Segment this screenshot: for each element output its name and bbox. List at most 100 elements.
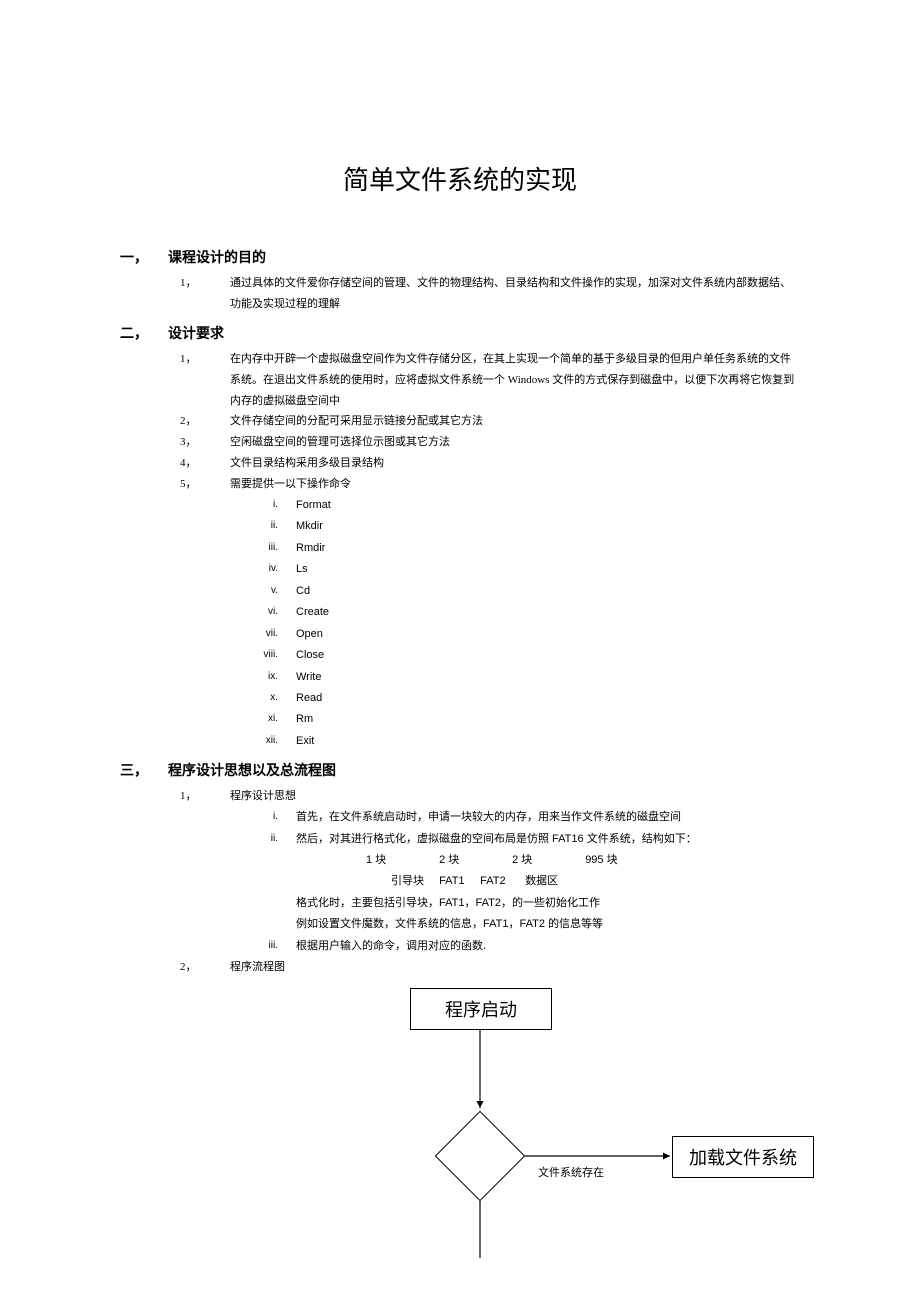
- list-item: i.Format: [230, 495, 800, 516]
- cell: FAT2: [480, 871, 522, 892]
- sub-num: xii.: [230, 731, 296, 752]
- list-item: ii.然后，对其进行格式化，虚拟磁盘的空间布局是仿照 FAT16 文件系统，结构…: [230, 829, 800, 850]
- item-num: 1，: [180, 273, 230, 315]
- sub-num: ii.: [230, 829, 296, 850]
- sub-num: vii.: [230, 624, 296, 645]
- sub-text: Ls: [296, 559, 800, 580]
- sub-text: Exit: [296, 731, 800, 752]
- section-heading-2: 二，设计要求: [120, 323, 800, 343]
- document-page: 简单文件系统的实现 一，课程设计的目的 1， 通过具体的文件爱你存储空间的管理、…: [0, 0, 920, 1298]
- list-item: 例如设置文件魔数，文件系统的信息，FAT1，FAT2 的信息等等: [230, 914, 800, 935]
- list-item: 5， 需要提供一以下操作命令: [180, 474, 800, 495]
- sub-num: iii.: [230, 538, 296, 559]
- item-text: 文件目录结构采用多级目录结构: [230, 453, 800, 474]
- section-2-commands: i.Format ii.Mkdir iii.Rmdir iv.Ls v.Cd v…: [230, 495, 800, 752]
- layout-row-1: 1 块 2 块 2 块 995 块: [366, 850, 800, 871]
- list-item: 1， 在内存中开辟一个虚拟磁盘空间作为文件存储分区，在其上实现一个简单的基于多级…: [180, 349, 800, 412]
- section-2-items: 1， 在内存中开辟一个虚拟磁盘空间作为文件存储分区，在其上实现一个简单的基于多级…: [180, 349, 800, 495]
- item-text: 程序流程图: [230, 957, 800, 978]
- list-item: ii.Mkdir: [230, 516, 800, 537]
- sub-num: iv.: [230, 559, 296, 580]
- sub-text: 首先，在文件系统启动时，申请一块较大的内存，用来当作文件系统的磁盘空间: [296, 807, 800, 828]
- list-item: xi.Rm: [230, 709, 800, 730]
- list-item: v.Cd: [230, 581, 800, 602]
- extra-line: 例如设置文件魔数，文件系统的信息，FAT1，FAT2 的信息等等: [296, 914, 800, 935]
- list-item: viii.Close: [230, 645, 800, 666]
- list-item: i.首先，在文件系统启动时，申请一块较大的内存，用来当作文件系统的磁盘空间: [230, 807, 800, 828]
- sub-text: 根据用户输入的命令，调用对应的函数.: [296, 936, 800, 957]
- sub-num: iii.: [230, 936, 296, 957]
- sub-text: Read: [296, 688, 800, 709]
- sub-text: Cd: [296, 581, 800, 602]
- list-item: ix.Write: [230, 667, 800, 688]
- item-num: 2，: [180, 411, 230, 432]
- list-item: x.Read: [230, 688, 800, 709]
- sub-text: Mkdir: [296, 516, 800, 537]
- sub-text: Create: [296, 602, 800, 623]
- sub-text: Write: [296, 667, 800, 688]
- sub-text: Format: [296, 495, 800, 516]
- item-num: 1，: [180, 349, 230, 412]
- cell: FAT1: [439, 871, 477, 892]
- item-text: 空闲磁盘空间的管理可选择位示图或其它方法: [230, 432, 800, 453]
- extra-line: 格式化时，主要包括引导块，FAT1，FAT2，的一些初始化工作: [296, 893, 800, 914]
- cell: 数据区: [525, 871, 575, 892]
- layout-row-2: 引导块 FAT1 FAT2 数据区: [391, 871, 800, 892]
- list-item: iii.根据用户输入的命令，调用对应的函数.: [230, 936, 800, 957]
- section-1-items: 1， 通过具体的文件爱你存储空间的管理、文件的物理结构、目录结构和文件操作的实现…: [180, 273, 800, 315]
- list-item: 1， 通过具体的文件爱你存储空间的管理、文件的物理结构、目录结构和文件操作的实现…: [180, 273, 800, 315]
- sub-num: viii.: [230, 645, 296, 666]
- list-item: 2， 程序流程图: [180, 957, 800, 978]
- item-text: 文件存储空间的分配可采用显示链接分配或其它方法: [230, 411, 800, 432]
- sub-num: i.: [230, 495, 296, 516]
- sub-text: Rmdir: [296, 538, 800, 559]
- sub-text: Close: [296, 645, 800, 666]
- sub-num: v.: [230, 581, 296, 602]
- list-item: 3， 空闲磁盘空间的管理可选择位示图或其它方法: [180, 432, 800, 453]
- item-text: 在内存中开辟一个虚拟磁盘空间作为文件存储分区，在其上实现一个简单的基于多级目录的…: [230, 349, 800, 412]
- sub-num: ii.: [230, 516, 296, 537]
- list-item: iii.Rmdir: [230, 538, 800, 559]
- cell: 2 块: [439, 850, 509, 871]
- cell: 2 块: [512, 850, 582, 871]
- list-item: 4， 文件目录结构采用多级目录结构: [180, 453, 800, 474]
- page-title: 简单文件系统的实现: [120, 160, 800, 197]
- item-num: 2，: [180, 957, 230, 978]
- list-item: xii.Exit: [230, 731, 800, 752]
- flow-start-box: 程序启动: [410, 988, 552, 1030]
- sub-text: Open: [296, 624, 800, 645]
- item-num: 3，: [180, 432, 230, 453]
- sub-num: ix.: [230, 667, 296, 688]
- cell: 1 块: [366, 850, 436, 871]
- section-num: 一，: [120, 247, 168, 267]
- list-item: 格式化时，主要包括引导块，FAT1，FAT2，的一些初始化工作: [230, 893, 800, 914]
- cell: 995 块: [585, 850, 655, 871]
- section-title: 设计要求: [168, 325, 224, 341]
- block-row-2: 引导块 FAT1 FAT2 数据区: [230, 871, 800, 892]
- section-3-item-2: 2， 程序流程图: [180, 957, 800, 978]
- item-text: 通过具体的文件爱你存储空间的管理、文件的物理结构、目录结构和文件操作的实现，加深…: [230, 273, 800, 315]
- cell: 引导块: [391, 871, 436, 892]
- flowchart: 程序启动 文件系统存在 加载文件系统: [180, 978, 860, 1258]
- sub-num: x.: [230, 688, 296, 709]
- list-item: 2， 文件存储空间的分配可采用显示链接分配或其它方法: [180, 411, 800, 432]
- section-heading-3: 三，程序设计思想以及总流程图: [120, 760, 800, 780]
- section-3-sub: i.首先，在文件系统启动时，申请一块较大的内存，用来当作文件系统的磁盘空间 ii…: [230, 807, 800, 957]
- flow-decision-label: 文件系统存在: [538, 1164, 604, 1180]
- section-title: 程序设计思想以及总流程图: [168, 762, 336, 778]
- flow-start-label: 程序启动: [445, 996, 517, 1022]
- item-num: 4，: [180, 453, 230, 474]
- sub-text: Rm: [296, 709, 800, 730]
- flow-load-box: 加载文件系统: [672, 1136, 814, 1178]
- section-num: 三，: [120, 760, 168, 780]
- sub-num: i.: [230, 807, 296, 828]
- item-text: 程序设计思想: [230, 786, 800, 807]
- section-heading-1: 一，课程设计的目的: [120, 247, 800, 267]
- flow-load-label: 加载文件系统: [689, 1144, 797, 1170]
- list-item: 1， 程序设计思想: [180, 786, 800, 807]
- item-num: 5，: [180, 474, 230, 495]
- item-num: 1，: [180, 786, 230, 807]
- item-text: 需要提供一以下操作命令: [230, 474, 800, 495]
- section-3-items: 1， 程序设计思想: [180, 786, 800, 807]
- sub-text: 然后，对其进行格式化，虚拟磁盘的空间布局是仿照 FAT16 文件系统，结构如下：: [296, 829, 800, 850]
